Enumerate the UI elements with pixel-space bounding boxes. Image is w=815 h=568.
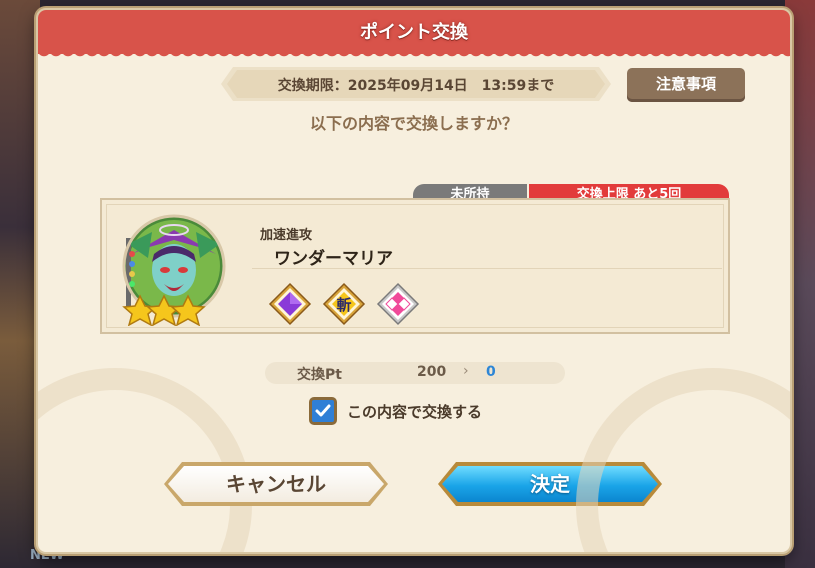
ok-button[interactable]: 決定 xyxy=(438,462,662,506)
exchange-period-text: 交換期限：2025年09月14日 13:59まで xyxy=(277,78,555,94)
character-card: 加速進攻 ワンダーマリア 斬 xyxy=(100,198,730,334)
point-exchange-dialog: ポイント交換 交換期限：2025年09月14日 13:59まで 注意事項 以下の… xyxy=(36,8,792,554)
points-arrow-icon: › xyxy=(463,363,469,379)
notice-button[interactable]: 注意事項 xyxy=(627,68,745,102)
character-type-label: 加速進攻 xyxy=(260,228,313,243)
character-portrait-icon xyxy=(122,214,226,326)
pink-gem-icon xyxy=(376,282,420,326)
exchange-period-banner: 交換期限：2025年09月14日 13:59まで xyxy=(221,67,611,101)
name-divider xyxy=(252,268,722,269)
points-after: 0 xyxy=(486,364,496,380)
purple-gem-icon xyxy=(268,282,312,326)
ok-button-label: 決定 xyxy=(442,466,658,502)
slash-gem-icon: 斬 xyxy=(322,282,366,326)
exchange-points-row: 交換Pt 200 › 0 xyxy=(265,362,565,384)
background-left xyxy=(0,0,40,568)
cancel-button-label: キャンセル xyxy=(168,466,384,502)
confirm-checkbox-label: この内容で交換する xyxy=(347,402,483,421)
points-current: 200 xyxy=(417,364,447,380)
confirm-checkbox[interactable] xyxy=(309,397,337,425)
character-name: ワンダーマリア xyxy=(274,249,393,269)
dialog-title: ポイント交換 xyxy=(360,22,468,43)
header-scallop-edge xyxy=(38,50,790,60)
points-label: 交換Pt xyxy=(297,367,342,383)
check-icon xyxy=(315,404,331,417)
slash-gem-label: 斬 xyxy=(336,296,351,314)
confirm-question: 以下の内容で交換しますか？ xyxy=(309,114,518,133)
confirm-checkbox-row[interactable]: この内容で交換する xyxy=(309,397,482,425)
cancel-button[interactable]: キャンセル xyxy=(164,462,388,506)
